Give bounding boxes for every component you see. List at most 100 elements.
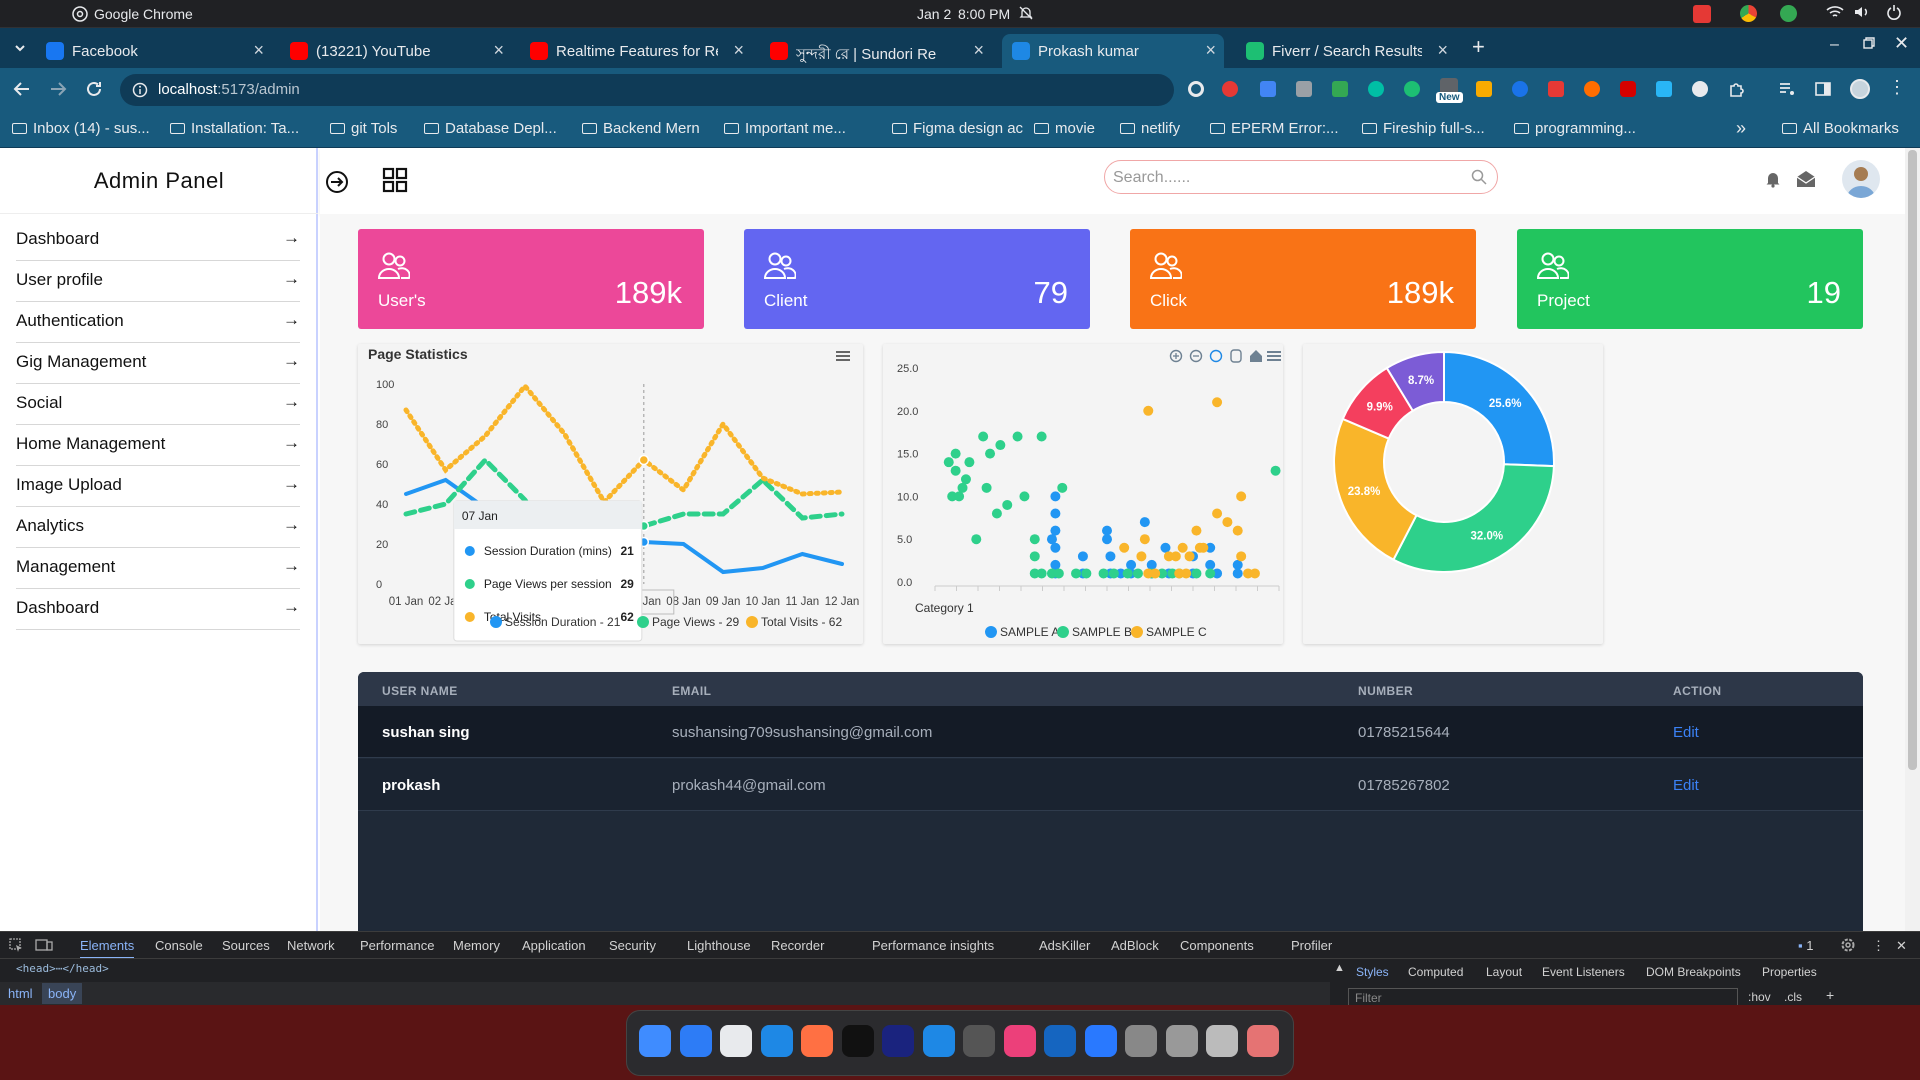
devtools-tab[interactable]: Elements [80,938,135,959]
bookmark-item[interactable]: Figma design ac [892,120,1023,137]
sidebar-item[interactable]: Dashboard → [16,220,300,261]
skype-icon[interactable] [922,1025,955,1057]
bookmark-item[interactable]: Backend Mern [582,120,700,137]
vscode-icon[interactable] [760,1025,793,1057]
extension-icon[interactable] [1188,81,1204,97]
scatter-point[interactable] [964,457,975,468]
tab-close-icon[interactable]: × [733,40,744,61]
power-icon[interactable] [1886,4,1902,20]
scatter-point[interactable] [1232,525,1243,536]
scatter-point[interactable] [1181,568,1192,579]
scatter-point[interactable] [943,457,954,468]
bookmark-item[interactable]: Inbox (14) - sus... [12,120,150,137]
tab-close-icon[interactable]: × [253,40,264,61]
stat-card[interactable]: Client 79 [744,229,1090,329]
scatter-point[interactable] [1105,551,1116,562]
devtools-tab[interactable]: Network [287,938,335,953]
sidebar-item[interactable]: Home Management → [16,425,300,466]
scatter-point[interactable] [991,508,1002,519]
styles-filter-input[interactable]: Filter [1348,988,1738,1006]
scatter-point[interactable] [1232,559,1243,570]
pan-hand-icon[interactable] [1230,349,1242,363]
restore-button[interactable] [1862,36,1876,50]
all-bookmarks[interactable]: All Bookmarks [1782,120,1899,137]
bell-off-icon[interactable] [1018,5,1034,21]
extensions-puzzle-icon[interactable] [1728,80,1746,98]
scatter-point[interactable] [950,448,961,459]
legend-label[interactable]: Total Visits - 62 [761,615,842,629]
finder-icon[interactable] [639,1025,671,1057]
scatter-point[interactable] [1050,525,1061,536]
camera-extension-icon[interactable] [1296,81,1312,97]
stat-card[interactable]: Project 19 [1517,229,1863,329]
breadcrumb-html[interactable]: html [8,986,33,1001]
disk-icon[interactable] [1165,1025,1198,1057]
address-bar[interactable]: localhost:5173/admin [120,74,1174,106]
back-icon[interactable] [13,80,31,98]
scatter-point[interactable] [1160,542,1171,553]
legend-marker[interactable] [490,616,502,628]
add-style-rule-icon[interactable]: + [1826,987,1834,1003]
devtools-tab[interactable]: AdsKiller [1039,938,1090,953]
scatter-point[interactable] [1053,568,1064,579]
styles-pane-tab[interactable]: Layout [1486,965,1522,979]
collapse-sidebar-icon[interactable] [325,170,349,194]
legend-marker[interactable] [746,616,758,628]
scatter-point[interactable] [1198,542,1209,553]
device-toolbar-icon[interactable] [35,937,53,953]
scatter-point[interactable] [1150,568,1161,579]
extension-icon[interactable] [1656,81,1672,97]
photos-icon[interactable] [1003,1025,1036,1057]
grid-apps-icon[interactable] [382,167,408,193]
scatter-point[interactable] [1249,568,1260,579]
reset-home-icon[interactable] [1250,350,1262,362]
scatter-point[interactable] [981,482,992,493]
tab-search-chevron-icon[interactable] [12,40,28,56]
profile-avatar[interactable] [1850,79,1870,99]
devtools-tab[interactable]: Components [1180,938,1254,953]
app-name[interactable]: Google Chrome [94,6,193,22]
scatter-point[interactable] [1122,568,1133,579]
chart-menu-icon[interactable] [1267,351,1281,361]
donut-slice[interactable] [1392,463,1555,573]
search-input[interactable]: Search...... [1104,160,1498,194]
scatter-point[interactable] [1050,491,1061,502]
scatter-point[interactable] [978,431,989,442]
scatter-point[interactable] [1236,551,1247,562]
scatter-point[interactable] [1098,568,1109,579]
scatter-point[interactable] [1143,405,1154,416]
legend-marker[interactable] [985,626,997,638]
scatter-point[interactable] [1146,559,1157,570]
extension-icon[interactable] [1222,81,1238,97]
launcher-icon[interactable] [882,1025,914,1057]
column-header[interactable]: EMAIL [672,684,711,698]
scatter-point[interactable] [1029,551,1040,562]
scatter-point[interactable] [1102,525,1112,536]
sidebar-item[interactable]: Management → [16,548,300,589]
hov-toggle[interactable]: :hov [1748,990,1771,1004]
legend-marker[interactable] [637,616,649,628]
tab-close-icon[interactable]: × [1205,40,1216,61]
scatter-point[interactable] [1029,534,1040,545]
issues-badge[interactable]: ▪ 1 [1798,938,1813,953]
bookmark-item[interactable]: movie [1034,120,1095,137]
scatter-point[interactable] [1126,559,1137,570]
scatter-point[interactable] [1057,482,1068,493]
devtools-tab[interactable]: Performance insights [872,938,994,953]
scatter-point[interactable] [1191,568,1202,579]
scatter-point[interactable] [1046,534,1057,545]
tab-close-icon[interactable]: × [973,40,984,61]
reload-icon[interactable] [85,80,103,98]
scatter-point[interactable] [1212,508,1223,519]
dom-tree-line[interactable]: <head>⋯</head> [16,962,109,975]
scatter-point[interactable] [957,482,968,493]
column-header[interactable]: ACTION [1673,684,1721,698]
scatter-point[interactable] [1205,568,1216,579]
scatter-point[interactable] [1012,431,1023,442]
scatter-point[interactable] [1081,568,1092,579]
inspect-element-icon[interactable] [8,937,24,953]
tab-close-icon[interactable]: × [493,40,504,61]
scatter-point[interactable] [1270,465,1281,476]
extension-icon[interactable] [1692,81,1708,97]
chart-menu-icon[interactable] [836,351,850,361]
